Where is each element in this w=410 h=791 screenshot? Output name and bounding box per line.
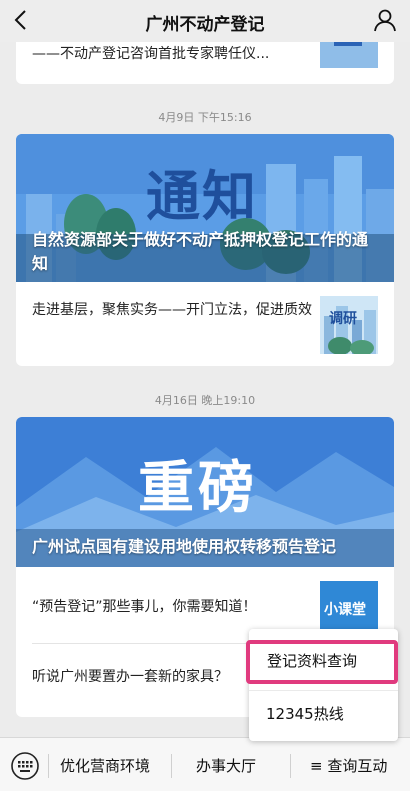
timestamp: 4月9日 下午15:16 — [158, 111, 252, 124]
menu-separator — [48, 754, 49, 778]
article-banner[interactable]: 重磅 广州试点国有建设用地使用权转移预告登记 — [16, 417, 394, 567]
keyboard-icon[interactable] — [10, 751, 40, 781]
thumbnail-word: 调研 — [329, 311, 357, 327]
banner-headline-word: 通知 — [146, 165, 258, 228]
list-item[interactable]: 走进基层，聚焦实务——开门立法，促进质效 调研 — [16, 282, 394, 366]
banner-caption: 广州试点国有建设用地使用权转移预告登记 — [32, 537, 337, 556]
article-card: 通知 自然资源部关于做好不动产抵押权登记工作的通知 走进基层，聚焦实务——开门立… — [16, 134, 394, 366]
list-item-title: 听说广州要置办一套新的家具？ — [32, 669, 228, 685]
highlighted-menu-item[interactable]: 登记资料查询 — [246, 640, 398, 684]
profile-icon[interactable] — [372, 7, 398, 33]
menu-separator — [290, 754, 291, 778]
menu-business-environment[interactable]: 优化营商环境 — [60, 755, 150, 776]
page-title: 广州不动产登记 — [145, 15, 265, 35]
article-thumbnail: 调研 — [320, 296, 378, 354]
article-banner[interactable]: 通知 自然资源部关于做好不动产抵押权登记工作的通知 — [16, 134, 394, 282]
list-item-title: ——不动产登记咨询首批专家聘任仪... — [32, 46, 270, 62]
menu-service-hall[interactable]: 办事大厅 — [196, 755, 256, 776]
banner-headline-word: 重磅 — [138, 456, 258, 521]
list-item-title: “预告登记”那些事儿，你需要知道！ — [32, 599, 257, 615]
menu-divider — [249, 690, 398, 691]
menu-item-record-query: 登记资料查询 — [267, 652, 358, 670]
submenu-popup: 登记资料查询 12345热线 — [246, 629, 398, 741]
banner-caption: 自然资源部关于做好不动产抵押权登记工作的通知 — [32, 230, 369, 273]
bottom-menu-bar: 优化营商环境 办事大厅 ≡ 查询互动 — [0, 737, 410, 791]
list-item-title: 走进基层，聚焦实务——开门立法，促进质效 — [32, 302, 312, 318]
timestamp: 4月16日 晚上19:10 — [154, 394, 256, 407]
top-bar: 广州不动产登记 — [0, 0, 410, 42]
menu-query-interaction[interactable]: ≡ 查询互动 — [310, 755, 387, 776]
menu-separator — [171, 754, 172, 778]
menu-item-hotline[interactable]: 12345热线 — [249, 703, 398, 724]
thumbnail-word: 小课堂 — [324, 602, 366, 618]
